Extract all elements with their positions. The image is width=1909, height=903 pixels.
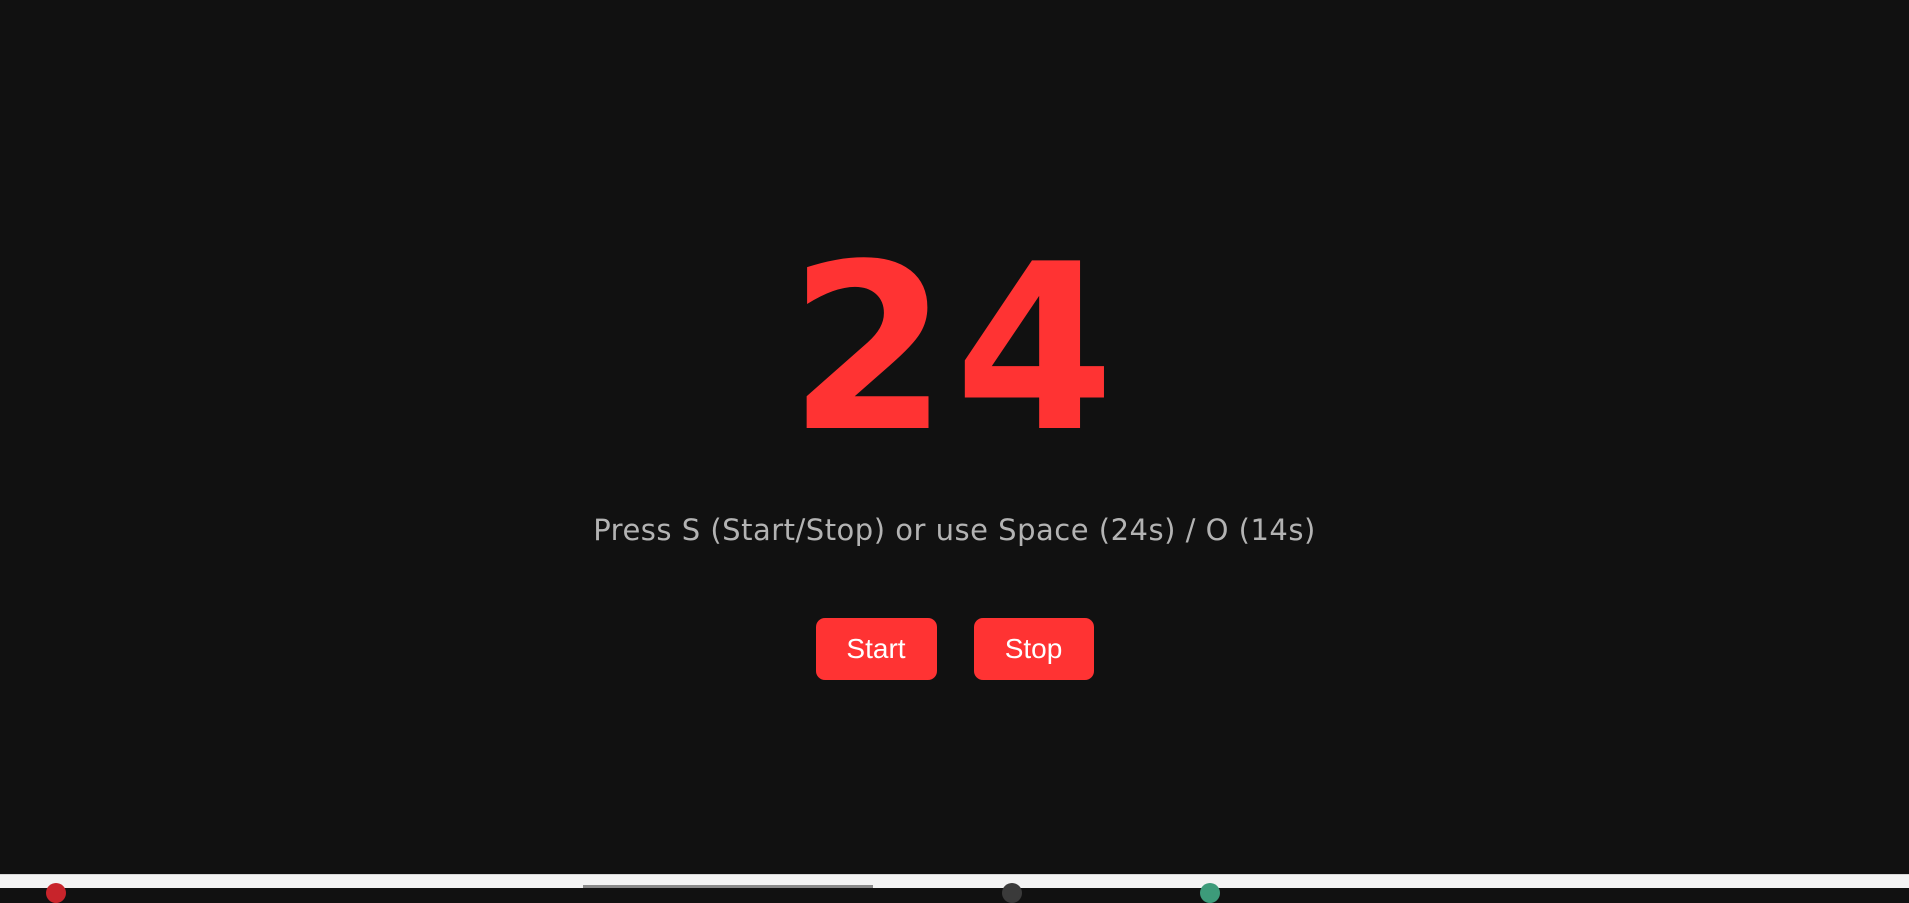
app-dark-icon[interactable] (1002, 883, 1022, 903)
app-green-icon[interactable] (1200, 883, 1220, 903)
stop-button[interactable]: Stop (973, 618, 1094, 680)
app-red-icon[interactable] (46, 883, 66, 903)
shot-clock-app: 24 Press S (Start/Stop) or use Space (24… (0, 0, 1909, 874)
taskbar (0, 874, 1909, 903)
shot-clock-display: 24 (788, 216, 1121, 483)
control-buttons: Start Stop (0, 618, 1909, 680)
start-button[interactable]: Start (815, 618, 937, 680)
keyboard-instructions: Press S (Start/Stop) or use Space (24s) … (593, 513, 1316, 547)
